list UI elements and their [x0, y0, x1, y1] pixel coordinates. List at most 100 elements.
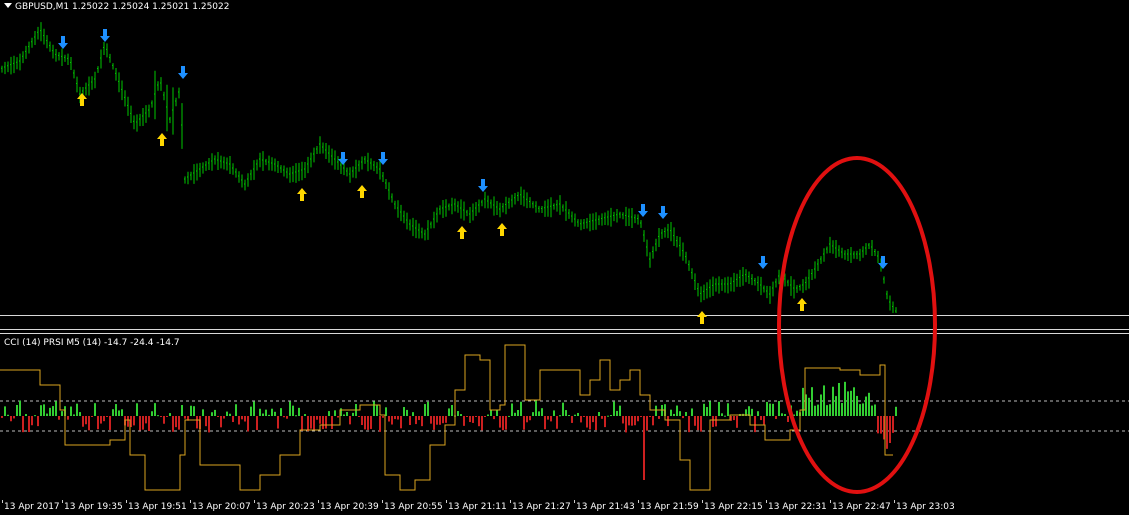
time-axis-tick	[766, 500, 767, 503]
cci-bar	[100, 416, 102, 424]
cci-bar	[415, 416, 417, 425]
cci-bar	[304, 414, 306, 416]
cci-bar	[562, 402, 564, 416]
time-axis-tick	[126, 500, 127, 503]
cci-bar	[22, 416, 24, 433]
cci-bar	[262, 413, 264, 416]
cci-bar	[715, 416, 717, 427]
cci-bar	[229, 413, 231, 416]
time-axis-tick	[190, 500, 191, 503]
cci-bar	[394, 416, 396, 420]
cci-bar	[460, 414, 462, 416]
cci-bar	[34, 415, 36, 417]
cci-bar	[751, 408, 753, 416]
chart-window[interactable]: GBPUSD,M1 1.25022 1.25024 1.25021 1.2502…	[0, 0, 1129, 515]
cci-bar	[241, 416, 243, 420]
cci-bar	[778, 401, 780, 416]
arrow-down-icon	[878, 256, 888, 269]
cci-bar	[682, 416, 684, 419]
cci-bar	[826, 405, 828, 416]
cci-bar	[244, 416, 246, 422]
cci-bar	[373, 401, 375, 416]
arrow-down-icon	[100, 29, 110, 42]
time-axis: 13 Apr 2017 13 Apr 19:35 13 Apr 19:51 13 Ap…	[0, 500, 1129, 515]
cci-bar	[139, 416, 141, 431]
cci-bar	[619, 405, 621, 416]
cci-bar	[775, 416, 777, 419]
cci-bar	[145, 416, 147, 424]
arrow-up-icon	[497, 223, 507, 236]
cci-bar	[763, 416, 765, 425]
time-axis-label: 13 Apr 20:55	[384, 502, 443, 512]
cci-bar	[895, 406, 897, 416]
time-axis-label: 13 Apr 21:43	[576, 502, 635, 512]
cci-bar	[295, 415, 297, 417]
cci-bar	[517, 410, 519, 416]
cci-bar	[490, 410, 492, 416]
cci-bar	[127, 416, 129, 427]
cci-bar	[451, 405, 453, 416]
cci-bar	[655, 405, 657, 416]
cci-bar	[58, 416, 60, 420]
cci-bar	[391, 416, 393, 425]
cci-bar	[697, 416, 699, 431]
cci-bar	[97, 416, 99, 430]
cci-bar	[37, 416, 39, 427]
cci-bar	[463, 416, 465, 426]
cci-bar	[94, 403, 96, 416]
cci-bar	[79, 412, 81, 416]
cci-bar	[274, 411, 276, 416]
cci-bar	[580, 416, 582, 423]
arrow-down-icon	[58, 36, 68, 49]
cci-bar	[538, 411, 540, 416]
cci-bar	[574, 414, 576, 416]
time-axis-label: 13 Apr 23:03	[896, 502, 955, 512]
cci-bar	[754, 416, 756, 433]
cci-bar	[757, 411, 759, 416]
cci-bar	[724, 415, 726, 417]
cci-bar	[52, 406, 54, 416]
cci-bar	[808, 397, 810, 416]
arrow-down-icon	[338, 152, 348, 165]
arrow-up-icon	[457, 226, 467, 239]
cci-bar	[286, 416, 288, 419]
cci-bar	[448, 408, 450, 416]
cci-bar	[802, 387, 804, 416]
cci-bar	[484, 416, 486, 417]
cci-bar	[55, 401, 57, 416]
arrow-up-icon	[297, 188, 307, 201]
arrow-down-icon	[178, 66, 188, 79]
time-axis-tick	[2, 500, 3, 503]
time-axis-label: 13 Apr 20:39	[320, 502, 379, 512]
cci-bar	[319, 416, 321, 424]
cci-bar	[559, 415, 561, 417]
cci-bar	[553, 410, 555, 416]
time-axis-label: 13 Apr 19:35	[64, 502, 123, 512]
cci-bar	[271, 408, 273, 416]
cci-bar	[178, 416, 180, 430]
cci-bar	[481, 416, 483, 431]
cci-bar	[169, 413, 171, 416]
cci-bar	[121, 409, 123, 416]
arrow-down-icon	[758, 256, 768, 269]
cci-bar	[85, 416, 87, 425]
cci-bar	[859, 404, 861, 416]
cci-bar	[709, 401, 711, 416]
chart-canvas[interactable]	[0, 0, 1129, 500]
cci-bar	[439, 416, 441, 425]
cci-bar	[841, 403, 843, 416]
cci-bar	[76, 403, 78, 416]
cci-bar	[868, 392, 870, 416]
time-axis-tick	[382, 500, 383, 503]
cci-bar	[472, 416, 474, 423]
cci-bar	[247, 416, 249, 432]
cci-bar	[511, 403, 513, 416]
cci-bar	[634, 416, 636, 426]
cci-bar	[418, 416, 420, 421]
cci-bar	[568, 415, 570, 417]
cci-bar	[283, 416, 285, 418]
cci-bar	[658, 416, 660, 419]
cci-bar	[313, 416, 315, 431]
cci-bar	[577, 412, 579, 416]
cci-bar	[613, 401, 615, 416]
